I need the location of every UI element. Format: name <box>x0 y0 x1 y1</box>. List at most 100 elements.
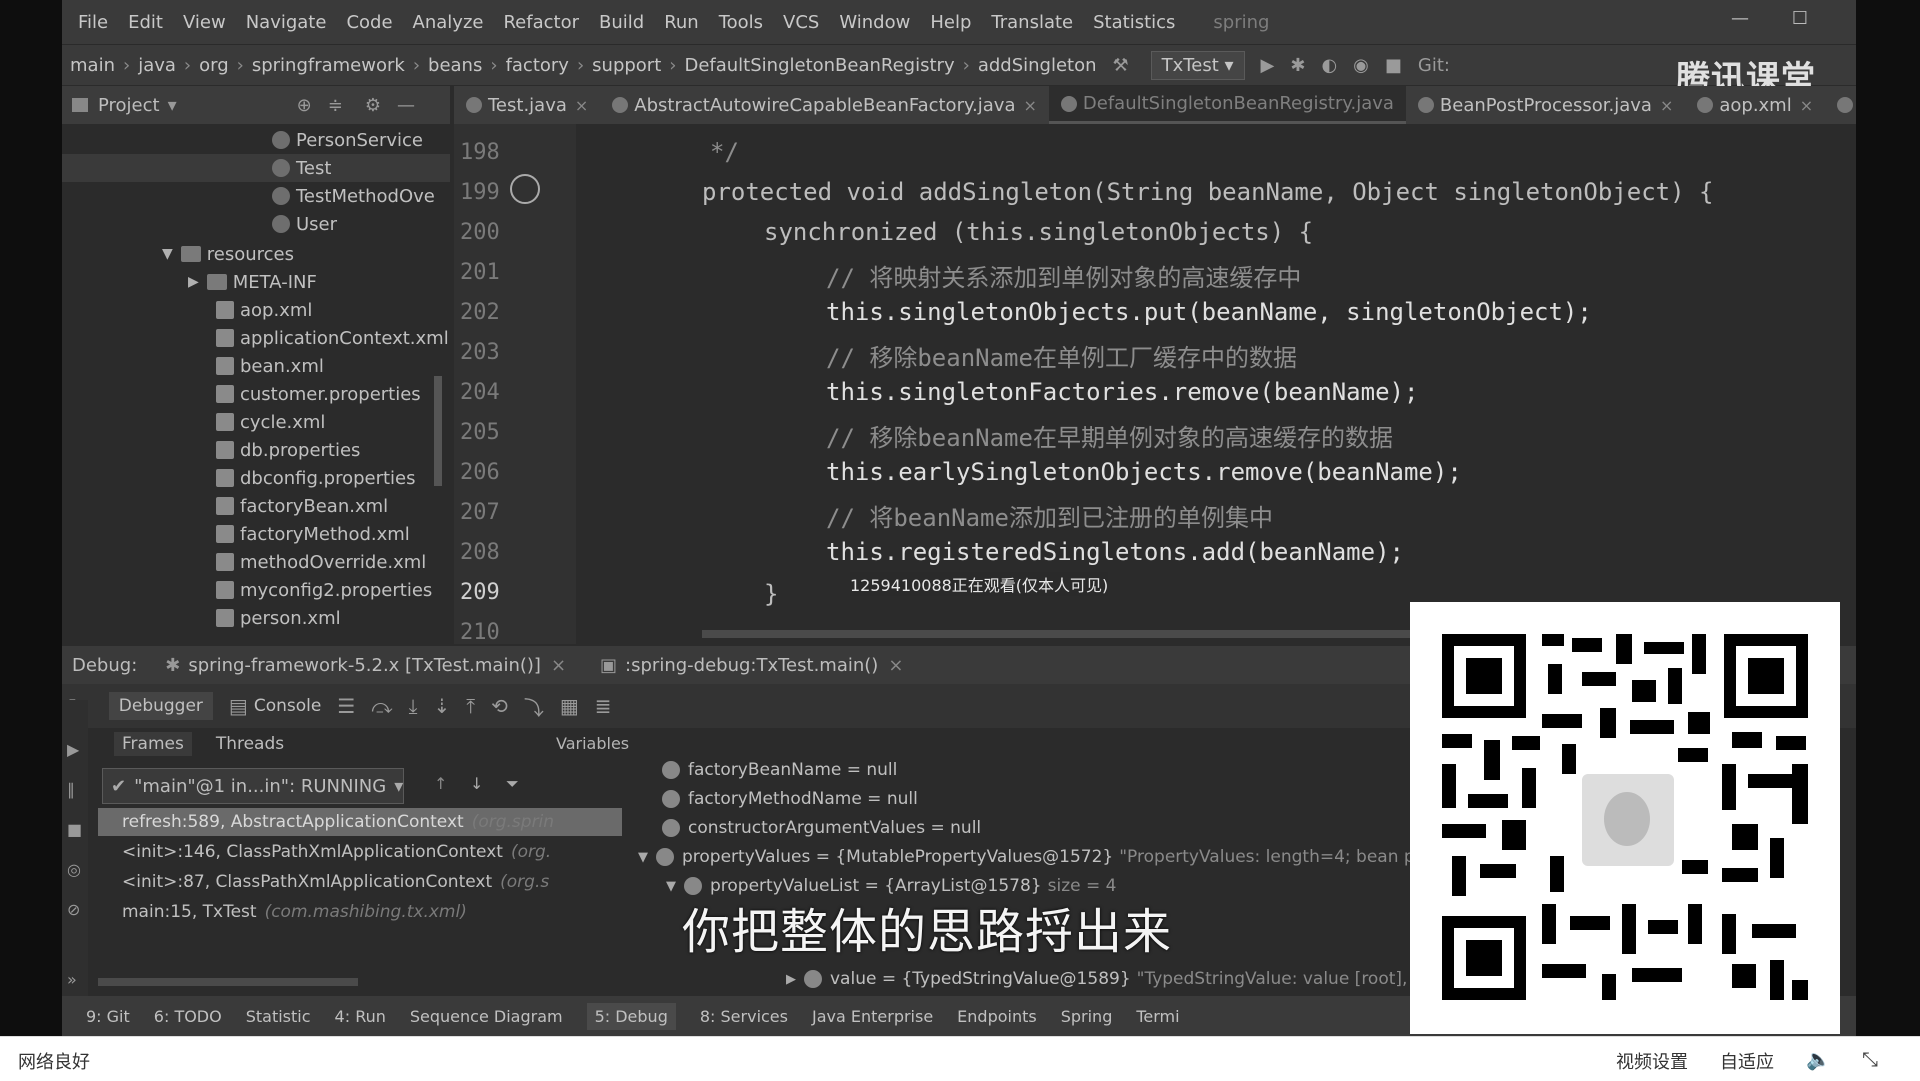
breadcrumb-item[interactable]: addSingleton <box>978 55 1097 76</box>
variable-row[interactable]: factoryBeanName = null <box>662 760 897 780</box>
breadcrumb-item[interactable]: DefaultSingletonBeanRegistry <box>684 55 954 76</box>
close-icon[interactable]: × <box>1800 96 1813 115</box>
code-comment[interactable]: // 移除beanName在单例工厂缓存中的数据 <box>826 338 1297 373</box>
tool-java-enterprise[interactable]: Java Enterprise <box>812 1007 933 1026</box>
code-comment[interactable]: // 将beanName添加到已注册的单例集中 <box>826 498 1273 533</box>
menu-navigate[interactable]: Navigate <box>242 12 331 33</box>
run-icon[interactable]: ▶ <box>1261 55 1275 76</box>
menu-refactor[interactable]: Refactor <box>499 12 583 33</box>
code-line-method-signature[interactable]: protected void addSingleton(String beanN… <box>702 178 1713 206</box>
video-settings-button[interactable]: 视频设置 <box>1616 1048 1688 1074</box>
hide-icon[interactable]: — <box>397 95 415 116</box>
evaluate-icon[interactable]: ▦ <box>560 694 579 718</box>
expand-down-icon[interactable]: ▼ <box>666 879 676 894</box>
breadcrumb-item[interactable]: main <box>70 55 115 76</box>
tool-statistic[interactable]: Statistic <box>246 1007 311 1026</box>
tree-item[interactable]: customer.properties <box>216 380 421 408</box>
code-line[interactable]: this.earlySingletonObjects.remove(beanNa… <box>826 458 1462 486</box>
project-scrollbar[interactable] <box>434 376 442 486</box>
tree-item[interactable]: TestMethodOve <box>272 182 435 210</box>
debug-icon[interactable]: ✱ <box>1290 55 1305 76</box>
tab-overflow[interactable]: A⌄ <box>1825 86 1856 124</box>
tab-debugger[interactable]: Debugger <box>108 692 213 720</box>
menu-lines-icon[interactable]: ☰ <box>337 694 355 718</box>
up-arrow-icon[interactable]: ↑ <box>434 774 447 793</box>
menu-run[interactable]: Run <box>660 12 703 33</box>
run-to-cursor-icon[interactable]: ⤵ <box>524 692 544 721</box>
tree-item[interactable]: db.properties <box>216 436 360 464</box>
close-icon[interactable]: × <box>1660 96 1673 115</box>
menu-help[interactable]: Help <box>926 12 975 33</box>
stop-icon[interactable]: ■ <box>67 820 82 839</box>
run-config-select[interactable]: TxTest ▾ <box>1150 50 1245 80</box>
code-line[interactable]: */ <box>710 138 739 166</box>
close-icon[interactable]: × <box>551 655 566 676</box>
code-line[interactable]: this.registeredSingletons.add(beanName); <box>826 538 1404 566</box>
variable-row[interactable]: ▶ value = {TypedStringValue@1589} "TypedSt… <box>786 969 1487 989</box>
expand-right-icon[interactable]: ▶ <box>188 274 199 290</box>
tab-abstract-autowire[interactable]: AbstractAutowireCapableBeanFactory.java × <box>600 86 1049 124</box>
project-panel-title[interactable]: Project <box>98 95 160 116</box>
tree-item[interactable]: dbconfig.properties <box>216 464 416 492</box>
collapse-icon[interactable]: ≑ <box>328 95 343 116</box>
down-arrow-icon[interactable]: ↓ <box>470 774 483 793</box>
volume-icon[interactable]: 🔈 <box>1806 1047 1831 1071</box>
mute-breakpoints-icon[interactable]: ⊘ <box>67 900 80 919</box>
breadcrumb-item[interactable]: support <box>592 55 661 76</box>
frames-scrollbar[interactable] <box>98 978 358 986</box>
tool-git[interactable]: 9: Git <box>86 1007 130 1026</box>
menu-analyze[interactable]: Analyze <box>409 12 488 33</box>
trace-icon[interactable]: ≣ <box>595 694 612 718</box>
variable-row[interactable]: constructorArgumentValues = null <box>662 818 981 838</box>
code-comment[interactable]: // 移除beanName在早期单例对象的高速缓存的数据 <box>826 418 1393 453</box>
code-line[interactable]: } <box>764 580 778 608</box>
more-icon[interactable]: » <box>67 970 77 989</box>
tab-threads[interactable]: Threads <box>216 734 284 754</box>
tool-debug[interactable]: 5: Debug <box>586 1002 676 1030</box>
stop-icon[interactable]: ■ <box>1385 55 1402 76</box>
tree-item[interactable]: bean.xml <box>216 352 324 380</box>
code-comment[interactable]: // 将映射关系添加到单例对象的高速缓存中 <box>826 258 1301 293</box>
tool-run[interactable]: 4: Run <box>335 1007 386 1026</box>
code-line[interactable]: this.singletonObjects.put(beanName, sing… <box>826 298 1592 326</box>
tree-item[interactable]: applicationContext.xml <box>216 324 449 352</box>
editor-horizontal-scrollbar[interactable] <box>702 630 1452 638</box>
gear-icon[interactable]: ⚙ <box>365 95 381 116</box>
tree-item[interactable]: Test <box>62 154 450 182</box>
tree-item[interactable]: cycle.xml <box>216 408 325 436</box>
exit-fullscreen-icon[interactable]: ⤡ <box>1862 1047 1886 1071</box>
breadcrumb-item[interactable]: java <box>138 55 176 76</box>
hammer-icon[interactable]: ⚒ <box>1113 55 1129 76</box>
tab-default-singleton[interactable]: DefaultSingletonBeanRegistry.java <box>1048 86 1406 124</box>
menu-statistics[interactable]: Statistics <box>1089 12 1179 33</box>
variable-row[interactable]: ▼ propertyValues = {MutablePropertyValues… <box>638 847 1415 867</box>
adaptive-quality-button[interactable]: 自适应 <box>1720 1048 1774 1074</box>
code-line[interactable]: synchronized (this.singletonObjects) { <box>764 218 1313 246</box>
chevron-down-icon[interactable]: ▾ <box>168 95 177 116</box>
frame-row[interactable]: <init>:146, ClassPathXmlApplicationConte… <box>98 838 622 866</box>
tool-services[interactable]: 8: Services <box>700 1007 788 1026</box>
force-step-into-icon[interactable]: ⇣ <box>434 694 451 718</box>
close-icon[interactable]: × <box>1024 96 1037 115</box>
coverage-icon[interactable]: ◐ <box>1321 55 1337 76</box>
frame-row[interactable]: refresh:589, AbstractApplicationContext(… <box>98 808 622 836</box>
close-icon[interactable]: × <box>575 96 588 115</box>
menu-build[interactable]: Build <box>595 12 648 33</box>
filter-icon[interactable]: ⏷ <box>506 774 519 794</box>
tree-item[interactable]: User <box>272 210 337 238</box>
step-out-icon[interactable]: ⤒ <box>466 694 475 718</box>
tab-console[interactable]: Console <box>254 696 322 716</box>
tool-sequence-diagram[interactable]: Sequence Diagram <box>410 1007 563 1026</box>
debug-session-tab[interactable]: :spring-debug:TxTest.main() <box>625 655 878 676</box>
tree-item[interactable]: PersonService <box>272 126 423 154</box>
locate-icon[interactable]: ⊕ <box>297 95 312 116</box>
maximize-icon[interactable]: ☐ <box>1780 8 1820 34</box>
menu-view[interactable]: View <box>179 12 230 33</box>
code-line[interactable]: this.singletonFactories.remove(beanName)… <box>826 378 1418 406</box>
tool-endpoints[interactable]: Endpoints <box>957 1007 1037 1026</box>
tab-bean-post-processor[interactable]: BeanPostProcessor.java × <box>1406 86 1685 124</box>
resume-icon[interactable]: ▶ <box>67 740 79 759</box>
tree-item[interactable]: factoryBean.xml <box>216 492 388 520</box>
debug-session-tab[interactable]: spring-framework-5.2.x [TxTest.main()] <box>188 655 541 676</box>
tab-aop-xml[interactable]: aop.xml × <box>1685 86 1825 124</box>
